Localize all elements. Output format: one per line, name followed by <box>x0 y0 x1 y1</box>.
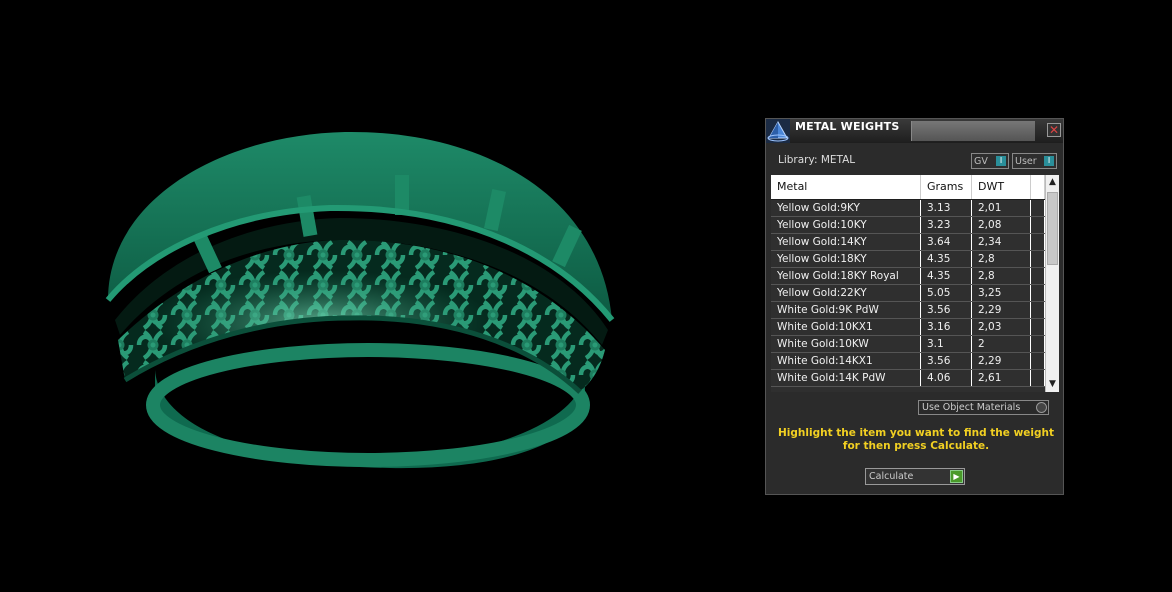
panel-title: METAL WEIGHTS <box>795 120 900 133</box>
toggle-indicator-icon: I <box>1044 156 1054 166</box>
cell-extra <box>1031 285 1045 301</box>
cell-metal: Yellow Gold:22KY <box>771 285 921 301</box>
cell-dwt: 2,8 <box>972 251 1031 267</box>
table-row[interactable]: Yellow Gold:22KY 5.05 3,25 <box>771 285 1045 302</box>
cell-dwt: 2,03 <box>972 319 1031 335</box>
cell-grams: 3.56 <box>921 353 972 369</box>
cell-dwt: 2,61 <box>972 370 1031 386</box>
cell-extra <box>1031 234 1045 250</box>
cell-extra <box>1031 319 1045 335</box>
cell-dwt: 2,08 <box>972 217 1031 233</box>
cell-dwt: 2,34 <box>972 234 1031 250</box>
library-label: Library: METAL <box>778 154 856 166</box>
cell-metal: Yellow Gold:10KY <box>771 217 921 233</box>
panel-titlebar[interactable]: METAL WEIGHTS ✕ <box>766 119 1063 143</box>
cell-grams: 3.23 <box>921 217 972 233</box>
metal-weights-panel: METAL WEIGHTS ✕ Library: METAL GV I User… <box>765 118 1064 495</box>
scroll-down-icon[interactable]: ▼ <box>1046 378 1059 391</box>
cell-extra <box>1031 302 1045 318</box>
scrollbar-thumb[interactable] <box>1047 192 1058 265</box>
gv-toggle[interactable]: GV I <box>971 153 1009 169</box>
cell-grams: 4.06 <box>921 370 972 386</box>
cell-metal: White Gold:10KW <box>771 336 921 352</box>
cell-dwt: 2 <box>972 336 1031 352</box>
table-header: Metal Grams DWT <box>771 175 1045 199</box>
table-row[interactable]: White Gold:14K PdW 4.06 2,61 <box>771 370 1045 387</box>
ring-model <box>105 131 615 469</box>
scroll-up-icon[interactable]: ▲ <box>1046 176 1059 189</box>
table-row[interactable]: White Gold:10KW 3.1 2 <box>771 336 1045 353</box>
cell-grams: 4.35 <box>921 251 972 267</box>
table-row[interactable]: Yellow Gold:10KY 3.23 2,08 <box>771 217 1045 234</box>
cell-dwt: 2,8 <box>972 268 1031 284</box>
close-icon[interactable]: ✕ <box>1047 123 1061 137</box>
cell-grams: 3.64 <box>921 234 972 250</box>
cell-dwt: 2,29 <box>972 353 1031 369</box>
column-header-grams[interactable]: Grams <box>921 175 972 199</box>
cell-metal: White Gold:14KX1 <box>771 353 921 369</box>
instruction-text: Highlight the item you want to find the … <box>778 427 1054 452</box>
cell-extra <box>1031 268 1045 284</box>
cell-grams: 4.35 <box>921 268 972 284</box>
cell-metal: White Gold:14K PdW <box>771 370 921 386</box>
3d-viewport[interactable] <box>0 0 740 588</box>
cell-extra <box>1031 353 1045 369</box>
pyramid-logo-icon <box>766 119 790 143</box>
cell-extra <box>1031 200 1045 216</box>
cell-extra <box>1031 251 1045 267</box>
table-scrollbar[interactable]: ▲ ▼ <box>1045 175 1059 392</box>
cell-extra <box>1031 217 1045 233</box>
cell-grams: 3.16 <box>921 319 972 335</box>
table-row[interactable]: White Gold:14KX1 3.56 2,29 <box>771 353 1045 370</box>
cell-dwt: 2,01 <box>972 200 1031 216</box>
cell-dwt: 3,25 <box>972 285 1031 301</box>
cell-metal: White Gold:9K PdW <box>771 302 921 318</box>
table-row[interactable]: White Gold:9K PdW 3.56 2,29 <box>771 302 1045 319</box>
metal-weights-table: Metal Grams DWT Yellow Gold:9KY 3.13 2,01 Y… <box>771 175 1045 392</box>
column-header-dwt[interactable]: DWT <box>972 175 1031 199</box>
table-row[interactable]: Yellow Gold:18KY 4.35 2,8 <box>771 251 1045 268</box>
cell-metal: Yellow Gold:18KY <box>771 251 921 267</box>
table-row[interactable]: Yellow Gold:9KY 3.13 2,01 <box>771 200 1045 217</box>
user-toggle-label: User <box>1015 156 1037 167</box>
user-toggle[interactable]: User I <box>1012 153 1057 169</box>
toggle-indicator-icon: I <box>996 156 1006 166</box>
play-arrow-icon: ▶ <box>950 470 963 483</box>
cell-grams: 3.1 <box>921 336 972 352</box>
table-row-partial[interactable] <box>771 387 1045 392</box>
cell-metal: Yellow Gold:18KY Royal <box>771 268 921 284</box>
calculate-label: Calculate <box>869 471 914 482</box>
cell-metal: Yellow Gold:14KY <box>771 234 921 250</box>
column-header-metal[interactable]: Metal <box>771 175 921 199</box>
titlebar-ribbon <box>911 121 1035 141</box>
cell-extra <box>1031 336 1045 352</box>
table-row[interactable]: White Gold:10KX1 3.16 2,03 <box>771 319 1045 336</box>
cell-extra <box>1031 370 1045 386</box>
use-object-materials-toggle[interactable]: Use Object Materials <box>918 400 1049 415</box>
cell-metal: White Gold:10KX1 <box>771 319 921 335</box>
table-row[interactable]: Yellow Gold:18KY Royal 4.35 2,8 <box>771 268 1045 285</box>
table-row[interactable]: Yellow Gold:14KY 3.64 2,34 <box>771 234 1045 251</box>
column-header-extra <box>1031 175 1045 199</box>
gv-toggle-label: GV <box>974 156 988 167</box>
calculate-button[interactable]: Calculate ▶ <box>865 468 965 485</box>
cell-metal: Yellow Gold:9KY <box>771 200 921 216</box>
cell-grams: 3.56 <box>921 302 972 318</box>
cell-grams: 5.05 <box>921 285 972 301</box>
radio-knob-icon <box>1036 402 1047 413</box>
cell-dwt: 2,29 <box>972 302 1031 318</box>
use-object-materials-label: Use Object Materials <box>922 402 1021 413</box>
cell-grams: 3.13 <box>921 200 972 216</box>
